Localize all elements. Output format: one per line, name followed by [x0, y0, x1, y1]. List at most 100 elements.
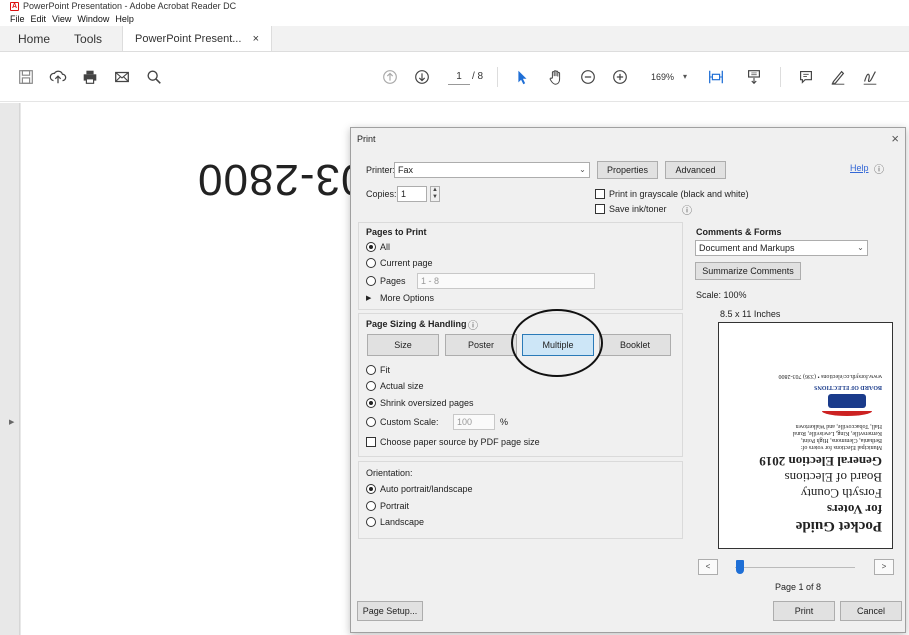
radio-portrait-label: Portrait: [380, 501, 410, 511]
expand-arrow-icon[interactable]: ▶: [366, 294, 371, 302]
preview-website: www.forsyth.cc/elections • (336) 703-280…: [778, 373, 882, 379]
tab-document-label: PowerPoint Present...: [135, 32, 242, 45]
save-ink-checkbox[interactable]: [595, 204, 605, 214]
paper-source-checkbox[interactable]: [366, 437, 376, 447]
menu-help[interactable]: Help: [115, 14, 134, 24]
preview-line2: Forsyth County: [800, 486, 882, 501]
radio-landscape-label: Landscape: [380, 517, 425, 527]
radio-fit[interactable]: [366, 365, 376, 375]
radio-shrink-oversized-label: Shrink oversized pages: [380, 398, 474, 408]
logo-block: [828, 394, 866, 408]
hand-tool-icon[interactable]: [546, 67, 566, 87]
printer-select[interactable]: Fax ⌄: [394, 162, 590, 178]
print-preview: Pocket Guide for Voters Forsyth County B…: [718, 322, 893, 549]
close-icon[interactable]: ×: [891, 131, 899, 146]
tab-bar: Home Tools PowerPoint Present... ×: [0, 26, 909, 52]
title-bar: A PowerPoint Presentation - Adobe Acroba…: [0, 0, 909, 12]
expand-arrow-icon[interactable]: ▶: [9, 418, 14, 426]
booklet-button[interactable]: Booklet: [599, 334, 671, 356]
radio-all-label: All: [380, 242, 391, 252]
copies-label: Copies:: [366, 189, 397, 199]
radio-custom-scale[interactable]: [366, 417, 376, 427]
radio-actual-size[interactable]: [366, 381, 376, 391]
upload-cloud-icon[interactable]: [48, 67, 68, 87]
info-icon[interactable]: ⓘ: [468, 317, 478, 332]
copies-input[interactable]: 1: [397, 186, 427, 202]
election-logo: [822, 392, 872, 416]
comments-forms-select[interactable]: Document and Markups ⌄: [695, 240, 868, 256]
preview-slider-track[interactable]: [735, 567, 855, 568]
size-button[interactable]: Size: [367, 334, 439, 356]
help-icon[interactable]: ⓘ: [874, 161, 884, 176]
toolbar-divider: [497, 67, 498, 87]
preview-logo-text: BOARD OF ELECTIONS: [814, 384, 882, 390]
print-icon[interactable]: [80, 67, 100, 87]
more-options-link[interactable]: More Options: [380, 293, 434, 303]
orientation-heading: Orientation:: [366, 468, 413, 478]
summarize-comments-button[interactable]: Summarize Comments: [695, 262, 801, 280]
radio-all[interactable]: [366, 242, 376, 252]
pages-range-input[interactable]: 1 - 8: [417, 273, 595, 289]
copies-spinner[interactable]: ▲ ▼: [430, 186, 440, 202]
previous-page-icon[interactable]: [380, 67, 400, 87]
sign-icon[interactable]: [860, 67, 880, 87]
chevron-down-icon: ⌄: [575, 163, 589, 177]
comments-forms-heading: Comments & Forms: [696, 227, 782, 237]
menu-view[interactable]: View: [52, 14, 71, 24]
properties-button[interactable]: Properties: [597, 161, 658, 179]
radio-portrait[interactable]: [366, 501, 376, 511]
save-ink-label: Save ink/toner: [609, 204, 667, 214]
custom-scale-input[interactable]: 100: [453, 414, 495, 430]
radio-shrink-oversized[interactable]: [366, 398, 376, 408]
tab-document[interactable]: PowerPoint Present... ×: [122, 26, 273, 51]
zoom-level[interactable]: 169%: [651, 69, 674, 85]
toolbar-divider: [780, 67, 781, 87]
radio-current-page-label: Current page: [380, 258, 433, 268]
tab-tools[interactable]: Tools: [62, 26, 114, 51]
menu-window[interactable]: Window: [77, 14, 109, 24]
previous-preview-button[interactable]: <: [698, 559, 718, 575]
email-icon[interactable]: [112, 67, 132, 87]
next-page-icon[interactable]: [412, 67, 432, 87]
page-sizing-heading: Page Sizing & Handling: [366, 319, 467, 329]
zoom-in-icon[interactable]: [610, 67, 630, 87]
chevron-down-icon[interactable]: ▾: [683, 69, 687, 85]
radio-pages[interactable]: [366, 276, 376, 286]
menu-file[interactable]: File: [10, 14, 25, 24]
grayscale-checkbox[interactable]: [595, 189, 605, 199]
navigation-pane-toggle[interactable]: ▶: [0, 103, 20, 635]
tab-close-icon[interactable]: ×: [253, 33, 259, 45]
page-number-input[interactable]: 1: [448, 69, 470, 85]
search-icon[interactable]: [144, 67, 164, 87]
menu-edit[interactable]: Edit: [31, 14, 47, 24]
preview-line4: General Election 2019: [759, 454, 882, 469]
preview-slider-thumb[interactable]: [736, 560, 744, 574]
preview-small2: Bethania, Clemmons, High Point,: [801, 437, 882, 443]
highlight-pen-icon[interactable]: [828, 67, 848, 87]
cancel-button[interactable]: Cancel: [840, 601, 902, 621]
scale-label: Scale: 100%: [696, 290, 747, 300]
radio-auto-orientation-label: Auto portrait/landscape: [380, 484, 473, 494]
window-title: PowerPoint Presentation - Adobe Acrobat …: [23, 1, 237, 11]
poster-button[interactable]: Poster: [445, 334, 517, 356]
toolbar: 1 / 8 169% ▾: [0, 52, 909, 102]
zoom-out-icon[interactable]: [578, 67, 598, 87]
preview-small1: Municipal Elections for voters of:: [800, 444, 882, 450]
print-button[interactable]: Print: [773, 601, 835, 621]
select-cursor-icon[interactable]: [512, 67, 532, 87]
radio-auto-orientation[interactable]: [366, 484, 376, 494]
next-preview-button[interactable]: >: [874, 559, 894, 575]
page-fit-icon[interactable]: [706, 67, 726, 87]
comment-icon[interactable]: [796, 67, 816, 87]
dialog-title: Print: [357, 134, 376, 144]
page-setup-button[interactable]: Page Setup...: [357, 601, 423, 621]
tab-home[interactable]: Home: [0, 26, 62, 51]
help-link[interactable]: Help: [850, 163, 869, 173]
scrolling-mode-icon[interactable]: [744, 67, 764, 87]
save-icon[interactable]: [16, 67, 36, 87]
page-total: / 8: [472, 71, 484, 82]
advanced-button[interactable]: Advanced: [665, 161, 726, 179]
info-icon[interactable]: ⓘ: [682, 202, 692, 217]
radio-current-page[interactable]: [366, 258, 376, 268]
radio-landscape[interactable]: [366, 517, 376, 527]
